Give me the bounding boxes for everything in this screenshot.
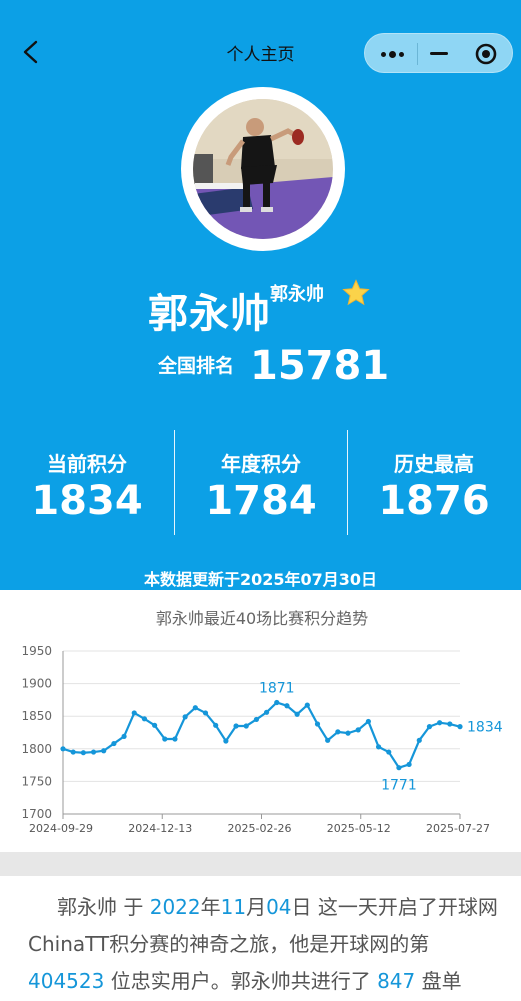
bio-name: 郭永帅 [57, 895, 117, 919]
stat-label: 当前积分 [47, 452, 127, 476]
bio-text: 位忠实用户。郭永帅共进行了 [104, 969, 378, 993]
data-point [111, 740, 117, 747]
data-point [131, 710, 137, 716]
data-point [243, 723, 249, 729]
data-point [223, 738, 229, 744]
data-point [375, 744, 382, 750]
more-dots-icon[interactable] [381, 51, 404, 58]
data-point [437, 720, 443, 726]
data-point [447, 721, 453, 727]
data-point [182, 714, 188, 720]
bio-user-number: 404523 [28, 969, 105, 993]
data-point [141, 716, 148, 722]
x-tick-label: 2024-12-13 [128, 822, 192, 835]
capsule-divider [417, 43, 418, 65]
data-point [335, 729, 341, 735]
data-point [457, 724, 463, 730]
y-tick-label: 1750 [21, 774, 52, 788]
score-trend-chart: 郭永帅最近40场比赛积分趋势 1950 1900 1850 1800 1750 1700 … [0, 590, 521, 852]
stat-value: 1876 [378, 478, 490, 524]
bio-day: 04 [266, 895, 292, 919]
rank-value: 15781 [250, 343, 390, 389]
x-tick-label: 2024-09-29 [29, 822, 93, 835]
x-tick-label: 2025-02-26 [228, 822, 292, 835]
y-tick-label: 1800 [21, 742, 52, 756]
stat-current-score: 当前积分 1834 [0, 448, 174, 523]
data-point [263, 709, 270, 715]
data-point [345, 730, 351, 736]
bio-text: 年 [200, 895, 221, 919]
data-point [284, 703, 290, 709]
data-point [406, 761, 412, 768]
data-point [314, 721, 321, 727]
data-point [355, 727, 361, 733]
bio-year: 2022 [149, 895, 201, 919]
data-point [253, 716, 260, 723]
data-point [70, 749, 76, 755]
data-point [426, 724, 433, 730]
stat-value: 1834 [31, 478, 143, 524]
rank-label: 全国排名 [158, 355, 235, 377]
stat-value: 1784 [205, 478, 317, 524]
data-point [80, 750, 86, 756]
data-point [121, 733, 127, 740]
data-point [101, 748, 107, 754]
mini-program-capsule [364, 33, 513, 73]
data-point [365, 718, 371, 725]
chart-svg: 郭永帅最近40场比赛积分趋势 195019001850180017501700 … [21, 609, 503, 835]
bio-paragraph: 郭永帅 于 2022年11月04日 这一天开启了开球网ChinaTT积分赛的神奇… [28, 889, 498, 1000]
x-tick-label: 2025-07-27 [426, 822, 490, 835]
data-point [60, 746, 66, 752]
data-point [213, 722, 219, 728]
update-note: 本数据更新于2025年07月30日 [143, 570, 378, 589]
chart-title: 郭永帅最近40场比赛积分趋势 [156, 609, 368, 628]
target-circle-icon[interactable] [475, 43, 497, 65]
x-tick-label: 2025-05-12 [327, 822, 391, 835]
player-name: 郭永帅 [148, 291, 271, 337]
y-tick-label: 1900 [21, 677, 52, 691]
data-point [274, 699, 280, 706]
data-point [90, 749, 97, 755]
data-label: 1871 [259, 681, 295, 697]
y-tick-label: 1950 [21, 644, 52, 658]
bio-month: 11 [220, 895, 247, 919]
data-point [152, 722, 158, 728]
bio-text: 月 [246, 895, 267, 919]
data-point [386, 749, 392, 755]
data-point [396, 765, 402, 771]
data-point [304, 702, 310, 708]
minus-icon[interactable] [430, 52, 448, 55]
bio-match-count: 847 [377, 969, 416, 993]
data-label: 1771 [381, 778, 417, 794]
data-point [162, 736, 168, 742]
player-nickname: 郭永帅 [270, 284, 324, 305]
y-tick-label: 1850 [21, 709, 52, 723]
data-point [416, 737, 422, 743]
star-icon [342, 279, 370, 306]
bio-text: 盘单 [415, 969, 462, 993]
stat-highest-score: 历史最高 1876 [347, 448, 521, 523]
data-point [233, 723, 239, 729]
stat-year-score: 年度积分 1784 [174, 448, 348, 523]
data-point [294, 711, 300, 717]
y-tick-label: 1700 [21, 807, 52, 821]
section-divider [0, 852, 521, 876]
data-point [192, 705, 198, 711]
data-point [202, 710, 209, 716]
data-point [172, 736, 178, 742]
avatar[interactable] [193, 99, 333, 239]
data-label: 1834 [467, 720, 503, 736]
data-point [325, 737, 331, 743]
bio-text: 于 [117, 895, 150, 919]
stat-label: 年度积分 [221, 452, 301, 476]
stat-label: 历史最高 [394, 452, 474, 476]
